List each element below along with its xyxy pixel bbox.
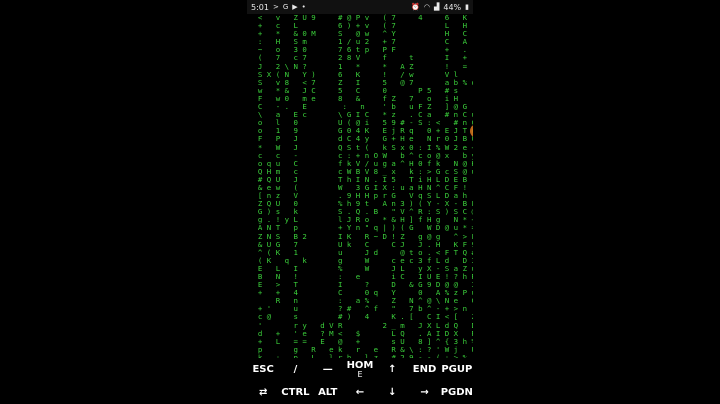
wifi-icon: ◠	[423, 2, 430, 11]
key-label: HOM	[346, 359, 374, 371]
sharing-icon: >	[272, 2, 279, 11]
key-home[interactable]: HOM E	[344, 359, 376, 379]
extra-keys-row-1: ESC / — HOM E ↑ END PGUP	[247, 358, 473, 381]
key-slash[interactable]: /	[279, 364, 311, 375]
key-up[interactable]: ↑	[376, 364, 408, 375]
phone-screen: 5:01 > G ▶ • ⏰ ◠ ▟ 44% ▮ < v Z U 9 # @ P…	[247, 0, 473, 404]
signal-icon: ▟	[433, 2, 440, 11]
key-sublabel: E	[357, 369, 363, 379]
google-icon: G	[282, 2, 289, 11]
key-left[interactable]: ←	[344, 387, 376, 398]
key-ctrl[interactable]: CTRL	[279, 387, 311, 398]
key-alt[interactable]: ALT	[312, 387, 344, 398]
video-icon: ▶	[292, 2, 298, 11]
battery-icon: ▮	[465, 2, 469, 11]
status-right: ⏰ ◠ ▟ 44% ▮	[411, 3, 469, 12]
extra-keys-row-2: ⇄ CTRL ALT ← ↓ → PGDN	[247, 381, 473, 404]
key-dash[interactable]: —	[312, 364, 344, 375]
terminal-output[interactable]: < v Z U 9 # @ P v ( 7 4 6 K + c L 6 ) + …	[247, 14, 473, 358]
key-pgup[interactable]: PGUP	[441, 364, 473, 375]
status-left: 5:01 > G ▶ •	[251, 3, 306, 12]
key-down[interactable]: ↓	[376, 387, 408, 398]
key-right[interactable]: →	[408, 387, 440, 398]
key-esc[interactable]: ESC	[247, 364, 279, 375]
battery-level: 44%	[443, 2, 462, 12]
dot-icon: •	[301, 2, 306, 11]
key-end[interactable]: END	[408, 364, 440, 375]
extra-keys-bar: ESC / — HOM E ↑ END PGUP ⇄ CTRL ALT ← ↓ → PGDN	[247, 358, 473, 404]
alarm-icon: ⏰	[411, 2, 420, 11]
key-pgdn[interactable]: PGDN	[441, 387, 473, 398]
key-tab[interactable]: ⇄	[247, 387, 279, 398]
status-bar: 5:01 > G ▶ • ⏰ ◠ ▟ 44% ▮	[247, 0, 473, 14]
clock: 5:01	[251, 2, 269, 12]
